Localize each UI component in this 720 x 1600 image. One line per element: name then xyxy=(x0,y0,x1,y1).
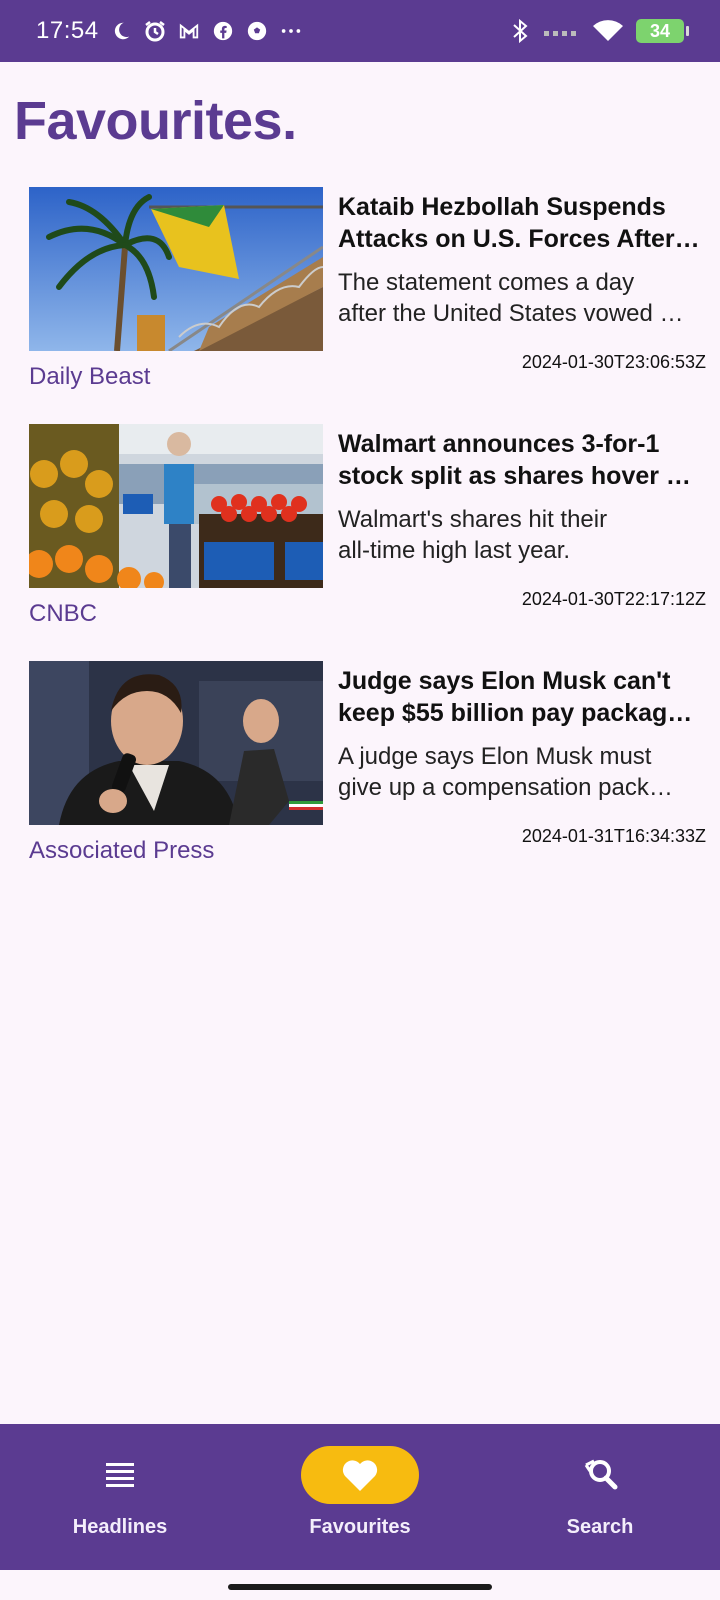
nav-search-pill xyxy=(541,1446,659,1504)
alarm-icon xyxy=(143,19,167,43)
article-card[interactable]: Walmart announces 3-for-1 stock split as… xyxy=(0,424,720,644)
bluetooth-icon xyxy=(508,18,532,44)
article-headline: Walmart announces 3-for-1 stock split as… xyxy=(338,430,691,490)
heart-icon xyxy=(342,1460,378,1491)
more-notifications-icon xyxy=(279,19,303,43)
article-thumbnail xyxy=(29,187,323,351)
nav-favourites[interactable]: Favourites xyxy=(240,1424,480,1570)
article-card[interactable]: Kataib Hezbollah Suspends Attacks on U.S… xyxy=(0,187,720,407)
nav-search[interactable]: Search xyxy=(480,1424,720,1570)
gesture-handle[interactable] xyxy=(228,1584,492,1590)
battery-level: 34 xyxy=(649,20,671,41)
article-source: Daily Beast xyxy=(29,363,151,390)
article-source: CNBC xyxy=(29,600,98,627)
nav-label: Headlines xyxy=(72,1516,168,1538)
battery-icon: 34 xyxy=(636,19,689,43)
article-date: 2024-01-31T16:34:33Z xyxy=(521,826,706,846)
article-headline: Judge says Elon Musk can't keep $55 bill… xyxy=(338,667,693,727)
flag-palm-image xyxy=(29,187,323,351)
nav-headlines-pill xyxy=(61,1446,179,1504)
article-date: 2024-01-30T22:17:12Z xyxy=(521,589,706,609)
facebook-icon xyxy=(211,19,235,43)
status-bar: 17:54 34 xyxy=(0,0,720,62)
article-source: Associated Press xyxy=(29,837,215,864)
signal-icon xyxy=(544,19,580,43)
article-thumbnail xyxy=(29,424,323,588)
nav-favourites-pill xyxy=(301,1446,419,1504)
list-icon xyxy=(106,1463,134,1487)
nav-label: Search xyxy=(566,1516,634,1538)
moon-icon xyxy=(109,19,133,43)
article-card[interactable]: Judge says Elon Musk can't keep $55 bill… xyxy=(0,661,720,881)
article-description: A judge says Elon Musk must give up a co… xyxy=(338,743,673,801)
search-icon xyxy=(584,1459,618,1490)
speaker-portrait-image xyxy=(29,661,323,825)
wifi-icon xyxy=(592,19,624,43)
article-headline: Kataib Hezbollah Suspends Attacks on U.S… xyxy=(338,193,700,253)
soccer-ball-icon xyxy=(245,19,269,43)
bottom-navigation: Headlines Favourites Search xyxy=(0,1424,720,1570)
page-title: Favourites. xyxy=(14,91,297,151)
article-date: 2024-01-30T23:06:53Z xyxy=(521,352,706,372)
status-time: 17:54 xyxy=(36,17,99,44)
article-description: The statement comes a day after the Unit… xyxy=(338,269,684,327)
gmail-icon xyxy=(177,19,201,43)
grocery-store-image xyxy=(29,424,323,588)
article-description: Walmart's shares hit their all-time high… xyxy=(338,506,608,564)
nav-headlines[interactable]: Headlines xyxy=(0,1424,240,1570)
article-thumbnail xyxy=(29,661,323,825)
nav-label: Favourites xyxy=(309,1516,411,1538)
